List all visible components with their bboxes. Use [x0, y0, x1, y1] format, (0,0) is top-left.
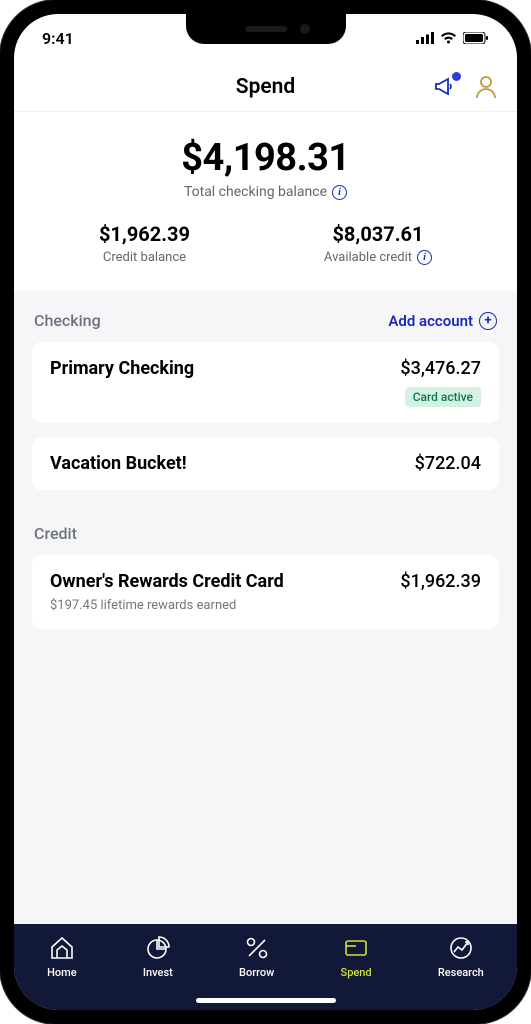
account-card[interactable]: Owner's Rewards Credit Card $1,962.39 $1…: [32, 555, 499, 629]
credit-balance-value: $1,962.39: [99, 222, 190, 246]
nav-borrow[interactable]: Borrow: [239, 934, 274, 979]
available-credit-value: $8,037.61: [324, 222, 432, 246]
account-amount: $1,962.39: [400, 571, 481, 592]
pie-icon: [144, 934, 172, 962]
nav-home[interactable]: Home: [47, 934, 77, 979]
battery-icon: [463, 32, 489, 44]
status-time: 9:41: [42, 29, 74, 48]
card-active-badge: Card active: [405, 387, 481, 407]
account-card[interactable]: Primary Checking $3,476.27 Card active: [32, 342, 499, 423]
account-name: Owner's Rewards Credit Card: [50, 571, 284, 592]
rewards-subtext: $197.45 lifetime rewards earned: [50, 598, 481, 613]
announcements-icon[interactable]: [433, 76, 457, 98]
card-icon: [342, 934, 370, 962]
nav-invest[interactable]: Invest: [143, 934, 173, 979]
app-header: Spend: [14, 62, 517, 112]
section-title-checking: Checking: [34, 311, 101, 330]
home-indicator: [196, 998, 336, 1003]
nav-spend[interactable]: Spend: [341, 934, 372, 979]
section-title-credit: Credit: [34, 524, 77, 543]
plus-icon: +: [479, 312, 497, 330]
profile-icon[interactable]: [475, 75, 497, 99]
account-name: Primary Checking: [50, 358, 194, 379]
credit-balance-label: Credit balance: [103, 250, 186, 265]
total-checking-label: Total checking balance: [184, 184, 327, 200]
research-icon: [447, 934, 475, 962]
page-title: Spend: [236, 75, 295, 99]
info-icon[interactable]: i: [332, 185, 347, 200]
cellular-icon: [416, 32, 434, 44]
account-amount: $3,476.27: [400, 358, 481, 379]
account-card[interactable]: Vacation Bucket! $722.04: [32, 437, 499, 490]
nav-research[interactable]: Research: [438, 934, 484, 979]
balance-hero: $4,198.31 Total checking balance i $1,96…: [14, 112, 517, 291]
home-icon: [48, 934, 76, 962]
info-icon[interactable]: i: [417, 250, 432, 265]
account-name: Vacation Bucket!: [50, 453, 187, 474]
available-credit-label: Available credit: [324, 250, 412, 265]
total-checking-balance: $4,198.31: [14, 136, 517, 180]
bottom-nav: Home Invest Borrow Spend: [14, 924, 517, 1010]
add-account-button[interactable]: Add account +: [388, 312, 497, 330]
account-amount: $722.04: [415, 453, 481, 474]
wifi-icon: [440, 32, 457, 44]
percent-icon: [243, 934, 271, 962]
